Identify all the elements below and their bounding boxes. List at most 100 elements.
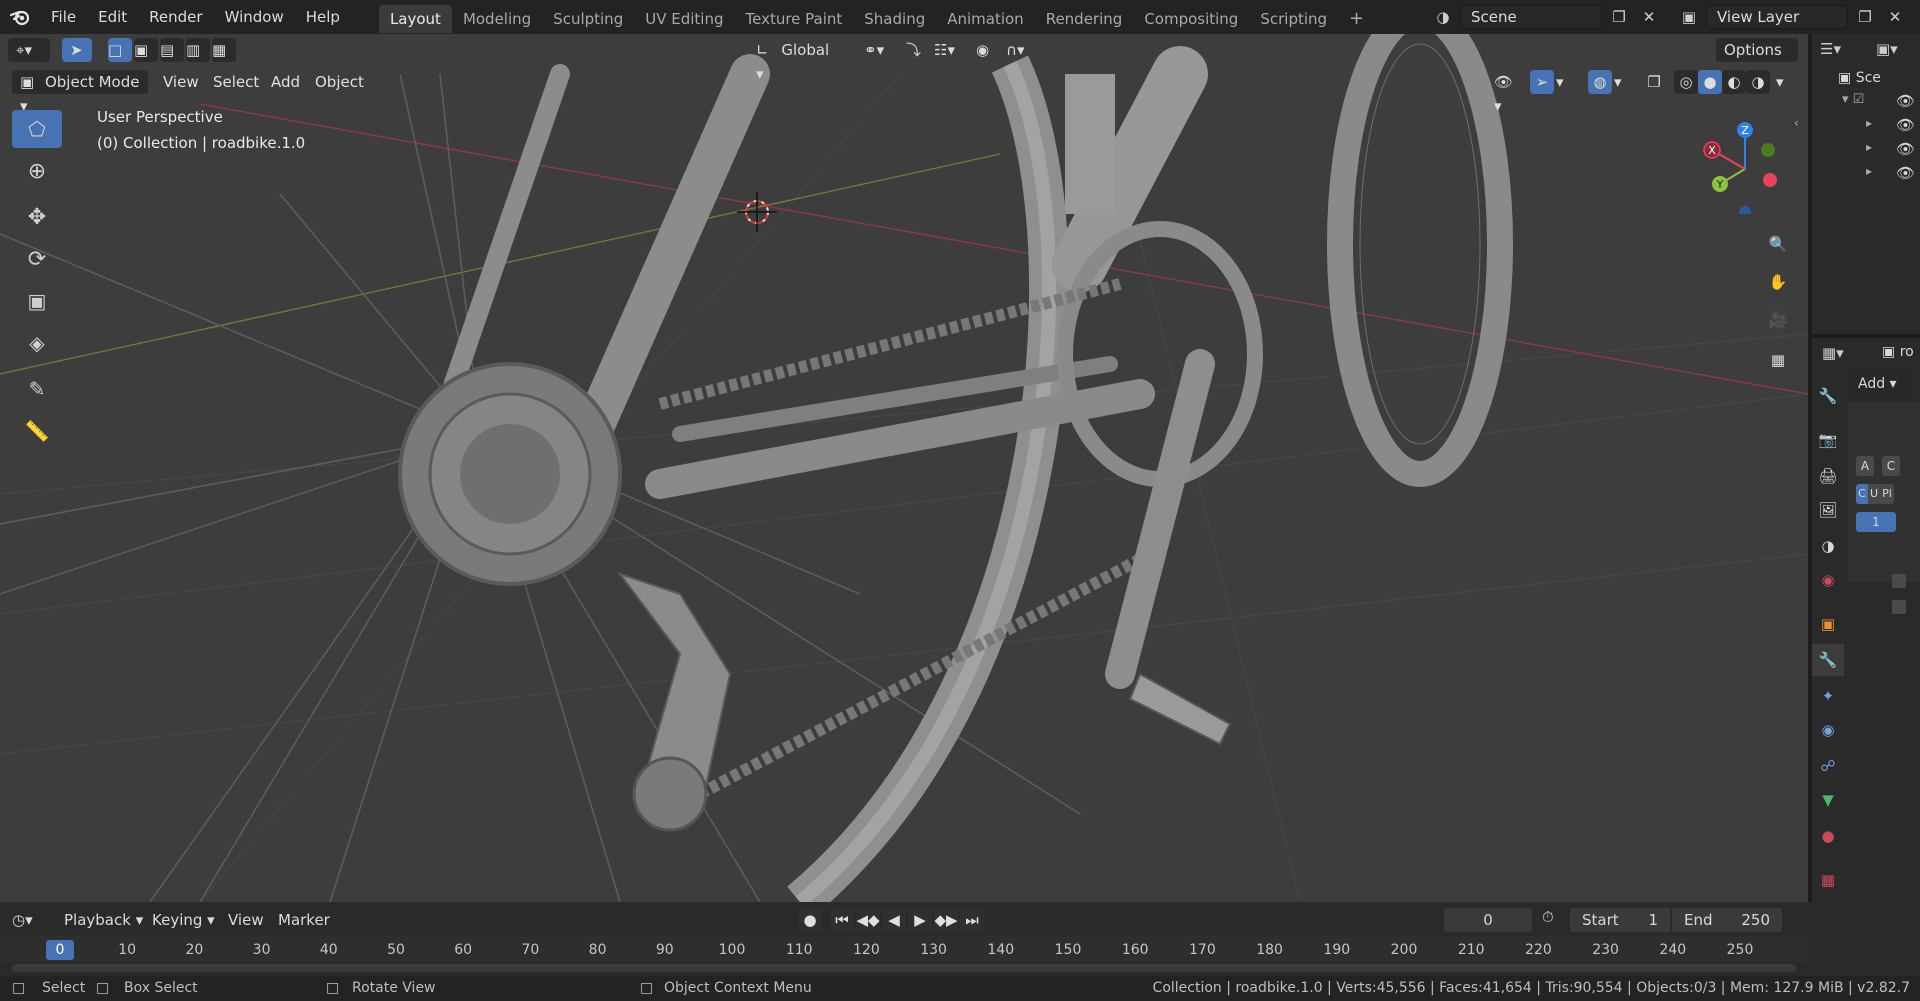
editor-type-button[interactable]: ⌖▾ xyxy=(8,38,50,62)
prop-btn-a[interactable]: A xyxy=(1856,456,1874,476)
pan-hand-icon[interactable]: ✋ xyxy=(1762,266,1794,298)
start-frame-field[interactable]: Start 1 xyxy=(1570,908,1670,932)
prop-value-field[interactable]: 1 xyxy=(1856,512,1896,532)
outliner-scene-row[interactable]: ▣ Sce xyxy=(1838,70,1881,86)
view-layer-field[interactable]: View Layer xyxy=(1706,5,1848,29)
tool-scale[interactable]: ▣ xyxy=(12,282,62,320)
outliner-row-collection[interactable]: ▾ ☑ xyxy=(1842,92,1864,107)
sidebar-toggle-icon[interactable]: ‹ xyxy=(1794,116,1799,130)
shading-solid-icon[interactable]: ● xyxy=(1698,70,1722,94)
select-mode-invert-icon[interactable]: ▥ xyxy=(186,38,210,62)
jump-end-icon[interactable]: ⏭ xyxy=(960,908,984,932)
play-icon[interactable]: ▶ xyxy=(908,908,932,932)
tab-texture-paint[interactable]: Texture Paint xyxy=(734,5,853,33)
properties-editor-type-icon[interactable]: ▦▾ xyxy=(1822,344,1844,362)
new-view-layer-icon[interactable]: ❐ xyxy=(1852,5,1878,29)
outliner-editor-type-icon[interactable]: ☰▾ xyxy=(1820,40,1841,58)
physics-tab-icon[interactable]: ◉ xyxy=(1812,714,1844,746)
modifier-tab-icon[interactable]: 🔧 xyxy=(1812,644,1844,676)
shading-dropdown-icon[interactable]: ▾ xyxy=(1776,70,1796,94)
outliner-row-object-1[interactable]: ▸ xyxy=(1866,116,1872,130)
prop-checkbox[interactable] xyxy=(1892,574,1906,588)
visibility-eye-icon[interactable]: 👁 xyxy=(1896,140,1915,158)
shading-rendered-icon[interactable]: ◑ xyxy=(1746,70,1770,94)
menu-file[interactable]: File xyxy=(40,0,87,34)
tab-animation[interactable]: Animation xyxy=(936,5,1034,33)
transform-orientation-dropdown[interactable]: ∟ Global ▾ xyxy=(748,38,848,83)
outliner-row-object-2[interactable]: ▸ xyxy=(1866,140,1872,154)
tab-sculpting[interactable]: Sculpting xyxy=(542,5,634,33)
world-tab-icon[interactable]: ◉ xyxy=(1812,564,1844,596)
viewport-menu-add[interactable]: Add xyxy=(264,70,307,94)
menu-help[interactable]: Help xyxy=(295,0,351,34)
current-frame-field[interactable]: 0 xyxy=(1444,908,1532,932)
proportional-edit-icon[interactable]: ◉ xyxy=(968,38,994,62)
visibility-eye-icon[interactable]: 👁 xyxy=(1896,164,1915,182)
navigation-gizmo[interactable]: Z Y X xyxy=(1700,114,1790,214)
visibility-eye-icon[interactable]: 👁 xyxy=(1896,92,1915,110)
xray-toggle-icon[interactable]: ❐ xyxy=(1642,70,1666,94)
gizmo-dropdown-icon[interactable]: ▾ xyxy=(1556,70,1572,94)
timeline-menu-marker[interactable]: Marker xyxy=(278,908,330,932)
tab-uv-editing[interactable]: UV Editing xyxy=(634,5,734,33)
visibility-eye-icon[interactable]: 👁 xyxy=(1896,116,1915,134)
scene-tab-icon[interactable]: ◑ xyxy=(1812,530,1844,562)
select-mode-tweak-button[interactable]: ➤ xyxy=(62,38,92,62)
tool-measure[interactable]: 📏 xyxy=(12,412,62,450)
tool-select-box[interactable]: ⬠ xyxy=(12,110,62,148)
prop-btn-row2-u[interactable]: U xyxy=(1868,484,1880,504)
blender-logo-icon[interactable] xyxy=(0,0,40,34)
falloff-icon[interactable]: ∩▾ xyxy=(998,38,1034,62)
snap-target-icon[interactable]: ☷▾ xyxy=(926,38,962,62)
select-mode-extend-icon[interactable]: ▣ xyxy=(134,38,158,62)
constraints-tab-icon[interactable]: ☍ xyxy=(1812,750,1844,782)
pivot-point-icon[interactable]: ⚭▾ xyxy=(856,38,892,62)
menu-render[interactable]: Render xyxy=(138,0,213,34)
tab-rendering[interactable]: Rendering xyxy=(1035,5,1134,33)
play-reverse-icon[interactable]: ◀ xyxy=(882,908,906,932)
snap-icon[interactable]: ⤵ xyxy=(898,38,924,62)
timeline-menu-keying[interactable]: Keying ▾ xyxy=(152,908,215,932)
perspective-toggle-icon[interactable]: ▦ xyxy=(1762,344,1794,376)
viewport-menu-view[interactable]: View xyxy=(156,70,206,94)
remove-scene-icon[interactable]: ✕ xyxy=(1636,5,1662,29)
timeline-scrollbar[interactable] xyxy=(12,964,1796,972)
tab-layout[interactable]: Layout xyxy=(378,5,452,33)
select-mode-new-icon[interactable]: □ xyxy=(108,38,132,62)
render-tab-icon[interactable]: 📷 xyxy=(1812,424,1844,456)
preview-range-icon[interactable]: ⏱ xyxy=(1542,908,1554,926)
visibility-icon[interactable]: 👁▾ xyxy=(1486,70,1524,115)
texture-tab-icon[interactable]: ▦ xyxy=(1812,864,1844,896)
prop-btn-row2-pl[interactable]: Pl xyxy=(1880,484,1894,504)
shading-material-icon[interactable]: ◐ xyxy=(1722,70,1746,94)
scene-field[interactable]: Scene xyxy=(1460,5,1602,29)
next-keyframe-icon[interactable]: ◆▶ xyxy=(934,908,958,932)
timeline-editor-type-icon[interactable]: ◷▾ xyxy=(12,908,33,932)
menu-window[interactable]: Window xyxy=(214,0,295,34)
prop-checkbox[interactable] xyxy=(1892,600,1906,614)
zoom-icon[interactable]: 🔍 xyxy=(1762,228,1794,260)
tool-move[interactable]: ✥ xyxy=(12,198,62,236)
end-frame-field[interactable]: End 250 xyxy=(1672,908,1782,932)
tool-transform[interactable]: ◈ xyxy=(12,324,62,362)
output-tab-icon[interactable]: 🖨 xyxy=(1812,460,1844,492)
menu-edit[interactable]: Edit xyxy=(87,0,138,34)
object-tab-icon[interactable]: ▣ xyxy=(1812,608,1844,640)
3d-viewport[interactable]: ⌖▾ ➤ □ ▣ ▤ ▥ ▦ ∟ Global ▾ ⚭▾ ⤵ ☷▾ ◉ ∩▾ O… xyxy=(0,34,1808,902)
tab-compositing[interactable]: Compositing xyxy=(1133,5,1249,33)
tab-shading[interactable]: Shading xyxy=(853,5,936,33)
overlays-dropdown-icon[interactable]: ▾ xyxy=(1614,70,1630,94)
shading-wireframe-icon[interactable]: ◎ xyxy=(1674,70,1698,94)
timeline-menu-playback[interactable]: Playback ▾ xyxy=(64,908,143,932)
material-tab-icon[interactable]: ● xyxy=(1812,820,1844,852)
select-mode-intersect-icon[interactable]: ▦ xyxy=(212,38,236,62)
prev-keyframe-icon[interactable]: ◀◆ xyxy=(856,908,880,932)
camera-view-icon[interactable]: 🎥 xyxy=(1762,304,1794,336)
add-workspace-icon[interactable]: + xyxy=(1338,5,1375,33)
tool-rotate[interactable]: ⟳ xyxy=(12,240,62,278)
outliner-row-object-3[interactable]: ▸ xyxy=(1866,164,1872,178)
view-layer-tab-icon[interactable]: 🖼 xyxy=(1812,494,1844,526)
options-dropdown[interactable]: Options ▾ xyxy=(1716,38,1798,83)
select-mode-subtract-icon[interactable]: ▤ xyxy=(160,38,184,62)
tab-modeling[interactable]: Modeling xyxy=(452,5,542,33)
